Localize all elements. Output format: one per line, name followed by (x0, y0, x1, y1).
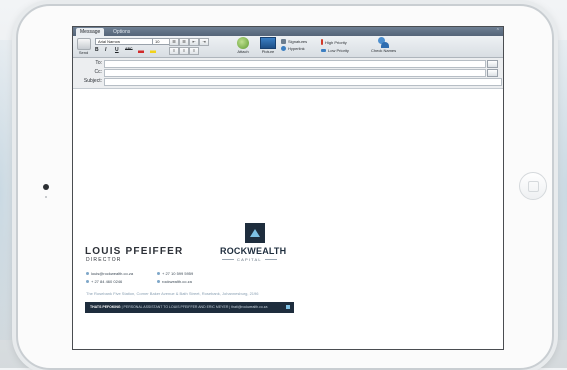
signature-pen-icon (281, 39, 286, 44)
email-compose-window: Message Options ⌃ Send Arial Narrow 10 ☰… (72, 26, 504, 350)
home-button[interactable] (519, 172, 547, 200)
strikethrough-button[interactable]: ABC (125, 47, 133, 51)
hyperlink-button[interactable]: Hyperlink (281, 45, 307, 52)
decrease-indent-button[interactable]: ⇤ (189, 38, 199, 46)
ribbon-toolbar: Send Arial Narrow 10 ☰ ☰ ⇤ ⇥ B I U ABC ≡… (73, 36, 503, 58)
mobile-line: + 27 84 460 0246 (86, 279, 122, 284)
signature-name: LOUIS PFEIFFER (85, 246, 184, 257)
to-row: To: (73, 59, 503, 68)
underline-button[interactable]: U (115, 47, 119, 53)
ribbon-tabs: Message Options ⌃ (73, 27, 503, 36)
signatures-button[interactable]: Signatures (281, 38, 307, 45)
email-icon (86, 272, 89, 276)
font-color-icon[interactable] (138, 47, 144, 53)
picture-icon (260, 37, 276, 49)
cc-field[interactable] (104, 69, 486, 77)
send-icon (76, 38, 91, 50)
subject-row: Subject: (73, 77, 503, 86)
brand-name: ROCKWEALTH (220, 246, 287, 256)
signature-title: DIRECTOR (86, 257, 122, 263)
signatures-label: Signatures (288, 39, 308, 44)
low-priority-label: Low Priority (328, 47, 349, 53)
bold-button[interactable]: B (95, 47, 99, 53)
picture-label: Picture (261, 49, 275, 54)
bullet-list-button[interactable]: ☰ (169, 38, 179, 46)
email-line[interactable]: louis@rockwealth.co.za (86, 271, 133, 276)
phone-text: + 27 10 599 5959 (162, 271, 194, 276)
assistant-details: | PERSONAL ASSISTANT TO LOUIS PFEIFFER A… (121, 305, 268, 309)
tab-options[interactable]: Options (109, 28, 134, 36)
assistant-bar: THATS PEFOKING | PERSONAL ASSISTANT TO L… (85, 302, 294, 313)
people-icon (378, 37, 389, 48)
email-text: louis@rockwealth.co.za (91, 271, 134, 276)
web-text: rockwealth.co.za (162, 279, 192, 284)
office-address: The Rosebank Five Station, Corner Baker … (86, 291, 259, 296)
down-arrow-icon (321, 48, 326, 52)
font-size-select[interactable]: 10 (152, 38, 170, 45)
front-camera (43, 184, 49, 190)
numbered-list-button[interactable]: ☰ (179, 38, 189, 46)
tab-message[interactable]: Message (76, 28, 105, 36)
rockwealth-logo (245, 223, 265, 243)
globe-icon (281, 46, 286, 51)
insert-group: Signatures Hyperlink (281, 38, 307, 52)
to-address-book-icon[interactable] (487, 60, 498, 68)
check-names-button[interactable]: Check Names (371, 37, 397, 53)
phone-line: + 27 10 599 5959 (157, 271, 193, 276)
highlight-color-icon[interactable] (150, 47, 156, 53)
align-left-button[interactable]: ≡ (169, 47, 179, 55)
font-family-select[interactable]: Arial Narrow (95, 38, 153, 45)
cc-row: Cc: (73, 68, 503, 77)
send-label: Send (78, 50, 89, 55)
picture-button[interactable]: Picture (259, 37, 277, 54)
increase-indent-button[interactable]: ⇥ (199, 38, 209, 46)
mail-icon (286, 305, 290, 309)
assistant-text: THATS PEFOKING | PERSONAL ASSISTANT TO L… (90, 305, 267, 309)
collapse-ribbon-icon[interactable]: ⌃ (496, 28, 500, 34)
attach-button[interactable]: Attach (235, 37, 251, 54)
priority-group: High Priority Low Priority (321, 38, 349, 54)
mobile-icon (86, 280, 89, 284)
high-priority-button[interactable]: High Priority (321, 38, 349, 46)
low-priority-button[interactable]: Low Priority (321, 46, 349, 54)
cc-label: Cc: (94, 69, 103, 75)
align-right-button[interactable]: ≡ (189, 47, 199, 55)
address-fields: To: Cc: Subject: (73, 58, 503, 89)
to-label: To: (95, 60, 102, 66)
light-sensor (45, 196, 47, 198)
high-priority-label: High Priority (325, 39, 347, 45)
mountain-icon (250, 229, 260, 237)
exclamation-icon (321, 39, 323, 45)
mobile-text: + 27 84 460 0246 (91, 279, 123, 284)
cc-address-book-icon[interactable] (487, 69, 498, 77)
message-body[interactable]: LOUIS PFEIFFER DIRECTOR ROCKWEALTH CAPIT… (73, 89, 503, 349)
check-names-label: Check Names (371, 48, 397, 53)
assistant-name: THATS PEFOKING (90, 305, 121, 309)
send-button[interactable]: Send (76, 38, 91, 55)
hyperlink-label: Hyperlink (288, 46, 305, 51)
globe-icon (157, 280, 160, 284)
subject-label: Subject: (83, 78, 102, 84)
home-button-icon (528, 181, 539, 192)
to-field[interactable] (104, 60, 486, 68)
web-line[interactable]: rockwealth.co.za (157, 279, 192, 284)
phone-icon (157, 272, 160, 276)
brand-subtitle: CAPITAL (222, 257, 277, 262)
attach-label: Attach (237, 49, 249, 54)
italic-button[interactable]: I (105, 47, 106, 53)
paperclip-icon (237, 37, 249, 49)
align-center-button[interactable]: ≡ (179, 47, 189, 55)
subject-field[interactable] (104, 78, 502, 86)
